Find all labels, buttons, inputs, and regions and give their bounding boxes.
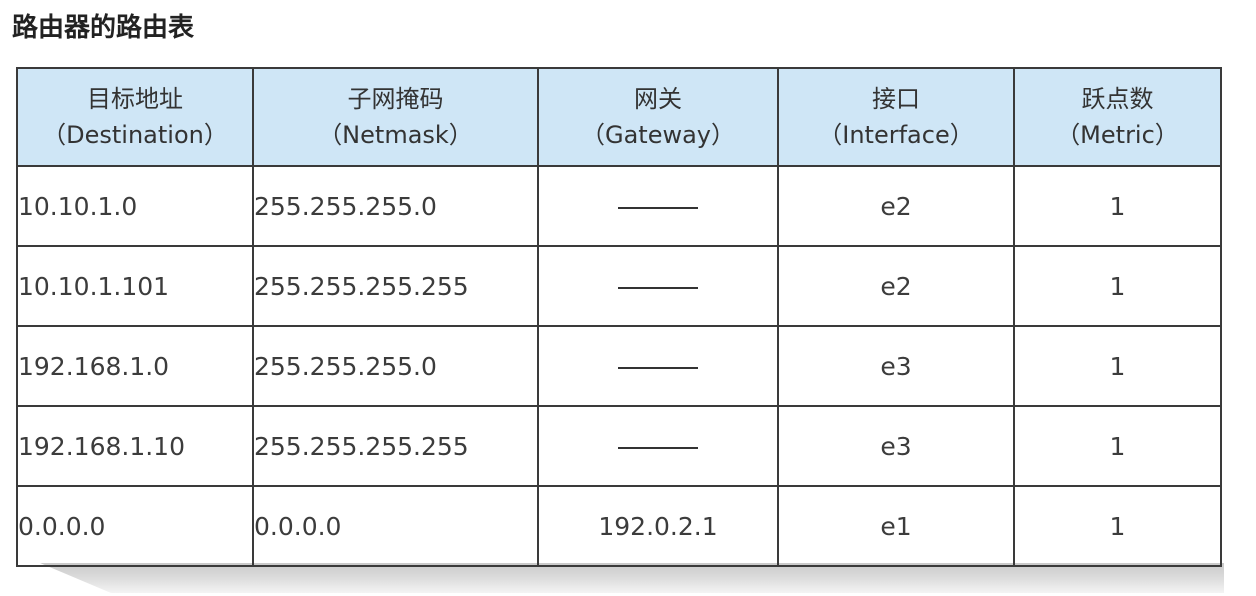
header-destination-zh: 目标地址 [87, 85, 183, 113]
cell-netmask: 255.255.255.255 [252, 405, 539, 487]
cell-gateway [537, 165, 779, 247]
cell-destination: 192.168.1.0 [16, 325, 254, 407]
cell-gateway [537, 245, 779, 327]
cell-destination: 0.0.0.0 [16, 485, 254, 567]
cell-gateway: 192.0.2.1 [537, 485, 779, 567]
header-metric: 跃点数 （Metric） [1013, 67, 1222, 167]
table-row: 192.168.1.10 255.255.255.255 e3 1 [16, 405, 1222, 487]
cell-metric: 1 [1013, 245, 1222, 327]
header-interface: 接口 （Interface） [777, 67, 1015, 167]
cell-gateway [537, 405, 779, 487]
cell-netmask: 255.255.255.255 [252, 245, 539, 327]
cell-interface: e3 [777, 405, 1015, 487]
header-metric-en: （Metric） [1056, 121, 1179, 149]
table-shadow [40, 563, 1224, 593]
table-header-row: 目标地址 （Destination） 子网掩码 （Netmask） 网关 （Ga… [16, 67, 1222, 167]
cell-interface: e2 [777, 165, 1015, 247]
header-destination: 目标地址 （Destination） [16, 67, 254, 167]
gateway-none-dash [618, 446, 698, 449]
table-row: 10.10.1.101 255.255.255.255 e2 1 [16, 245, 1222, 327]
header-netmask: 子网掩码 （Netmask） [252, 67, 539, 167]
cell-interface: e3 [777, 325, 1015, 407]
cell-metric: 1 [1013, 405, 1222, 487]
gateway-none-dash [618, 206, 698, 209]
cell-metric: 1 [1013, 485, 1222, 567]
cell-destination: 192.168.1.10 [16, 405, 254, 487]
cell-netmask: 0.0.0.0 [252, 485, 539, 567]
header-interface-zh: 接口 [872, 85, 920, 113]
cell-gateway [537, 325, 779, 407]
cell-metric: 1 [1013, 165, 1222, 247]
header-gateway: 网关 （Gateway） [537, 67, 779, 167]
gateway-none-dash [618, 366, 698, 369]
cell-netmask: 255.255.255.0 [252, 325, 539, 407]
cell-netmask: 255.255.255.0 [252, 165, 539, 247]
header-interface-en: （Interface） [818, 121, 974, 149]
table-row: 0.0.0.0 0.0.0.0 192.0.2.1 e1 1 [16, 485, 1222, 567]
header-gateway-zh: 网关 [634, 85, 682, 113]
table-row: 192.168.1.0 255.255.255.0 e3 1 [16, 325, 1222, 407]
gateway-none-dash [618, 286, 698, 289]
header-metric-zh: 跃点数 [1081, 85, 1154, 113]
header-netmask-en: （Netmask） [318, 121, 473, 149]
cell-destination: 10.10.1.0 [16, 165, 254, 247]
header-gateway-en: （Gateway） [580, 121, 736, 149]
header-netmask-zh: 子网掩码 [347, 85, 444, 113]
header-destination-en: （Destination） [42, 121, 228, 149]
cell-destination: 10.10.1.101 [16, 245, 254, 327]
cell-interface: e1 [777, 485, 1015, 567]
routing-table: 目标地址 （Destination） 子网掩码 （Netmask） 网关 （Ga… [16, 67, 1222, 567]
table-row: 10.10.1.0 255.255.255.0 e2 1 [16, 165, 1222, 247]
page-title: 路由器的路由表 [12, 13, 195, 43]
cell-metric: 1 [1013, 325, 1222, 407]
cell-interface: e2 [777, 245, 1015, 327]
